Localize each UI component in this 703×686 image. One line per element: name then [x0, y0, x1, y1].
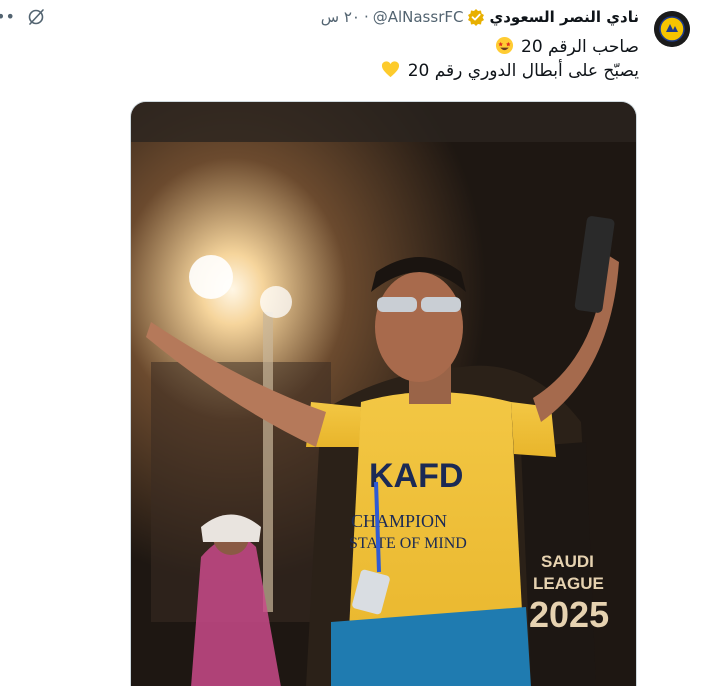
- timestamp[interactable]: ٢٠ س: [321, 8, 360, 26]
- star-struck-emoji-icon: [495, 36, 514, 55]
- verified-badge-icon: [467, 8, 485, 26]
- tweet-media-photo[interactable]: KAFD CHAMPION STATE OF MIND SAUDI LEAGUE…: [130, 101, 637, 686]
- tweet-text-line-1: صاحب الرقم 20: [493, 36, 639, 57]
- tweet-header: نادي النصر السعودي @AlNassrFC · ٢٠ س: [321, 5, 639, 29]
- kit-slogan-line-1: CHAMPION: [351, 511, 447, 531]
- handle[interactable]: @AlNassrFC: [373, 8, 464, 26]
- tweet-text-line-2: يصبّح على أبطال الدوري رقم 20: [379, 60, 639, 81]
- more-options-icon[interactable]: ••: [0, 7, 15, 26]
- yellow-heart-emoji-icon: [381, 60, 400, 79]
- kit-sponsor-text: KAFD: [369, 457, 463, 495]
- kit-slogan-line-2: STATE OF MIND: [349, 535, 467, 552]
- tweet-text-line-1-text: صاحب الرقم 20: [521, 37, 639, 57]
- banner-text-2: LEAGUE: [533, 574, 604, 593]
- tweet-text-line-2-text: يصبّح على أبطال الدوري رقم 20: [407, 61, 639, 81]
- banner-text-1: SAUDI: [541, 552, 594, 571]
- grok-icon[interactable]: [26, 7, 46, 27]
- tweet[interactable]: نادي النصر السعودي @AlNassrFC · ٢٠ س •• …: [0, 0, 703, 686]
- avatar[interactable]: [654, 11, 690, 47]
- separator-dot: ·: [363, 8, 369, 26]
- player-photo: KAFD CHAMPION STATE OF MIND SAUDI LEAGUE…: [131, 102, 636, 686]
- display-name[interactable]: نادي النصر السعودي: [489, 8, 639, 26]
- banner-text-3: 2025: [529, 594, 609, 635]
- alnassr-logo-icon: [654, 11, 690, 47]
